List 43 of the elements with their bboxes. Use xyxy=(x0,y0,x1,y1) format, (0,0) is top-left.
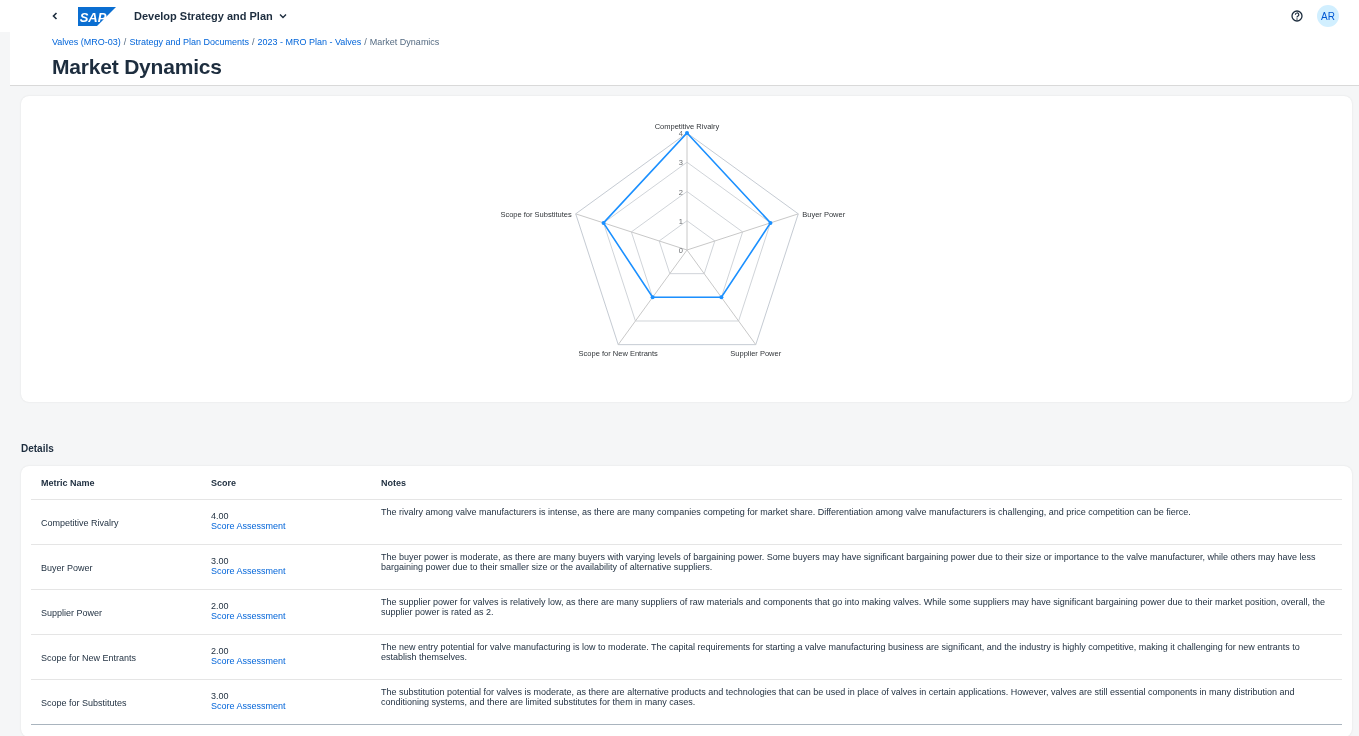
notes-cell: The substitution potential for valves is moderate, as there are alternative products and technologies that can be used in place of valves in certain applications. However, valves are still essential components in many distribution and conditioning systems, and there are limited substitutes for them in many cases. xyxy=(371,679,1342,725)
score-assessment-link[interactable]: Score Assessment xyxy=(211,521,286,532)
breadcrumb-link[interactable]: 2023 - MRO Plan - Valves xyxy=(257,37,362,47)
score-assessment-link[interactable]: Score Assessment xyxy=(211,656,286,667)
column-header: Metric Name xyxy=(31,466,201,500)
score-value: 4.00 xyxy=(211,511,230,522)
app-title-menu[interactable]: Develop Strategy and Plan xyxy=(134,10,287,22)
data-point xyxy=(767,220,772,225)
breadcrumb-separator: / xyxy=(364,37,367,47)
breadcrumb-separator: / xyxy=(123,37,127,47)
chevron-down-icon xyxy=(278,13,287,19)
back-button[interactable] xyxy=(50,11,60,21)
page-title: Market Dynamics xyxy=(52,55,223,79)
data-point xyxy=(684,131,689,135)
sap-logo: SAP xyxy=(78,6,116,26)
user-avatar[interactable]: AR xyxy=(1317,5,1339,27)
metric-cell: Scope for New Entrants xyxy=(31,634,201,680)
metric-cell: Supplier Power xyxy=(31,589,201,635)
section-title: Details xyxy=(21,443,55,454)
breadcrumb-current: Market Dynamics xyxy=(369,37,440,47)
metric-cell: Competitive Rivalry xyxy=(31,499,201,545)
score-value: 2.00 xyxy=(211,601,230,612)
metric-cell: Buyer Power xyxy=(31,544,201,590)
breadcrumb-link[interactable]: Valves (MRO-03) xyxy=(52,37,121,47)
score-value: 2.00 xyxy=(211,646,230,657)
notes-cell: The supplier power for valves is relatively low, as there are many suppliers of raw materials and components that go into making valves. While some suppliers may have significant bargaining power due to their market position, overall, the supplier power is rated as 2. xyxy=(371,589,1342,635)
score-value: 3.00 xyxy=(211,556,230,567)
notes-cell: The buyer power is moderate, as there are many buyers with varying levels of bargaining power. Some buyers may have significant bargaining power due to their size or importance to the valve manufacturer, while others may have less bargaining power due to their smaller size or the availability of alternative suppliers. xyxy=(371,544,1342,590)
score-assessment-link[interactable]: Score Assessment xyxy=(211,611,286,622)
notes-cell: The rivalry among valve manufacturers is intense, as there are many companies competing for market share. Differentiation among valve manufacturers is challenging, and price competition can be fierce. xyxy=(371,499,1342,545)
data-point xyxy=(601,220,606,225)
help-icon[interactable] xyxy=(1291,10,1303,22)
data-point xyxy=(650,295,655,300)
column-header: Score xyxy=(201,466,371,500)
data-point xyxy=(718,295,723,300)
breadcrumb-link[interactable]: Strategy and Plan Documents xyxy=(129,37,249,47)
breadcrumb-separator: / xyxy=(251,37,255,47)
score-assessment-link[interactable]: Score Assessment xyxy=(211,566,286,577)
metric-cell: Scope for Substitutes xyxy=(31,679,201,725)
score-assessment-link[interactable]: Score Assessment xyxy=(211,701,286,712)
notes-cell: The new entry potential for valve manufacturing is low to moderate. The capital requirements for starting a valve manufacturing business are significant, and the industry is highly competitive, making it challenging for new entrants to establish themselves. xyxy=(371,634,1342,680)
column-header: Notes xyxy=(371,466,1342,500)
score-value: 3.00 xyxy=(211,691,230,702)
